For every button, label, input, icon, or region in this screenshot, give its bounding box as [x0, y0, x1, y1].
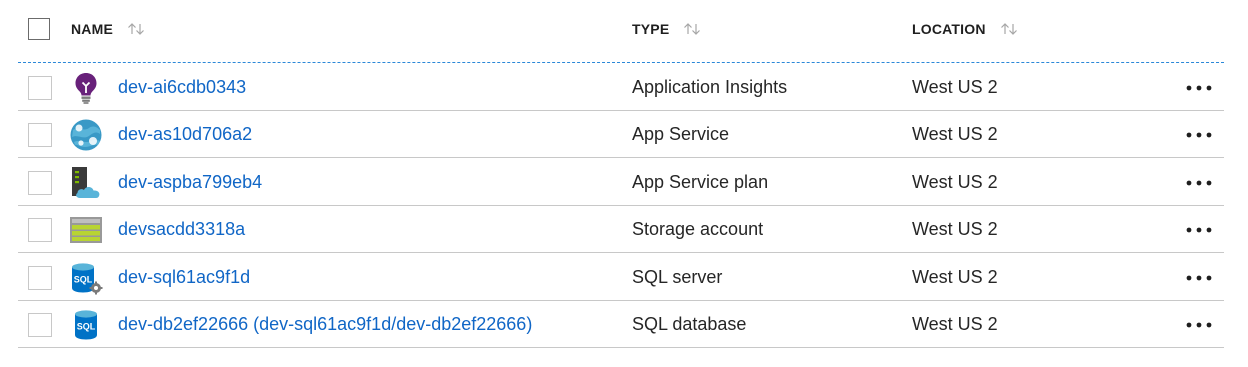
column-header-name-label: NAME	[71, 21, 114, 37]
column-header-location-label: LOCATION	[912, 21, 986, 37]
ellipsis-icon	[1186, 227, 1212, 233]
resource-location: West US 2	[912, 172, 998, 192]
resource-type: SQL server	[632, 267, 723, 287]
column-header-location[interactable]: LOCATION	[912, 21, 1018, 37]
resource-name-link[interactable]: dev-sql61ac9f1d	[118, 267, 250, 288]
ellipsis-icon	[1186, 322, 1212, 328]
ellipsis-icon	[1186, 85, 1212, 91]
ellipsis-icon	[1186, 132, 1212, 138]
resource-table: NAME TYPE LOCATION dev-ai6cdb0343 Applic…	[0, 0, 1248, 367]
resource-type: App Service	[632, 124, 730, 144]
resource-name-link[interactable]: devsacdd3318a	[118, 219, 245, 240]
more-options-button[interactable]	[1182, 173, 1216, 193]
sql-server-icon: SQL	[68, 261, 104, 295]
app-service-globe-icon	[68, 118, 104, 152]
resource-name-link[interactable]: dev-ai6cdb0343	[118, 77, 246, 98]
resource-location: West US 2	[912, 124, 998, 144]
resource-location: West US 2	[912, 267, 998, 287]
more-options-button[interactable]	[1182, 125, 1216, 145]
server-cloud-icon	[68, 166, 104, 200]
resource-type: App Service plan	[632, 172, 769, 192]
ellipsis-icon	[1186, 275, 1212, 281]
table-row[interactable]: devsacdd3318a Storage account West US 2	[18, 206, 1224, 253]
row-checkbox[interactable]	[28, 313, 52, 337]
select-all-checkbox[interactable]	[28, 18, 50, 40]
sql-label: SQL	[77, 322, 96, 332]
row-checkbox[interactable]	[28, 266, 52, 290]
resource-type: Storage account	[632, 219, 764, 239]
row-checkbox[interactable]	[28, 171, 52, 195]
resource-name-link[interactable]: dev-db2ef22666 (dev-sql61ac9f1d/dev-db2e…	[118, 314, 532, 335]
header-divider	[18, 62, 1224, 63]
more-options-button[interactable]	[1182, 315, 1216, 335]
resource-type: Application Insights	[632, 77, 788, 97]
resource-location: West US 2	[912, 219, 998, 239]
sql-database-icon: SQL	[68, 308, 104, 342]
row-checkbox[interactable]	[28, 218, 52, 242]
table-row[interactable]: dev-aspba799eb4 App Service plan West US…	[18, 159, 1224, 206]
resource-type: SQL database	[632, 314, 747, 334]
resource-location: West US 2	[912, 314, 998, 334]
table-row[interactable]: SQL dev-sql61ac9f1d SQL server West US 2	[18, 254, 1224, 301]
more-options-button[interactable]	[1182, 220, 1216, 240]
table-row[interactable]: SQL dev-db2ef22666 (dev-sql61ac9f1d/dev-…	[18, 301, 1224, 348]
column-header-type-label: TYPE	[632, 21, 670, 37]
column-header-type[interactable]: TYPE	[632, 21, 701, 37]
table-header: NAME TYPE LOCATION	[0, 0, 1248, 62]
sort-icon[interactable]	[1000, 23, 1018, 35]
sql-label: SQL	[74, 275, 93, 285]
more-options-button[interactable]	[1182, 78, 1216, 98]
storage-account-icon	[68, 213, 104, 247]
row-checkbox[interactable]	[28, 123, 52, 147]
sort-icon[interactable]	[683, 23, 701, 35]
resource-location: West US 2	[912, 77, 998, 97]
ellipsis-icon	[1186, 180, 1212, 186]
row-checkbox[interactable]	[28, 76, 52, 100]
column-header-name[interactable]: NAME	[71, 21, 145, 37]
sort-icon[interactable]	[127, 23, 145, 35]
table-row[interactable]: dev-ai6cdb0343 Application Insights West…	[18, 64, 1224, 111]
lightbulb-icon	[68, 71, 104, 105]
table-row[interactable]: dev-as10d706a2 App Service West US 2	[18, 111, 1224, 158]
resource-name-link[interactable]: dev-aspba799eb4	[118, 172, 262, 193]
resource-name-link[interactable]: dev-as10d706a2	[118, 124, 252, 145]
more-options-button[interactable]	[1182, 268, 1216, 288]
